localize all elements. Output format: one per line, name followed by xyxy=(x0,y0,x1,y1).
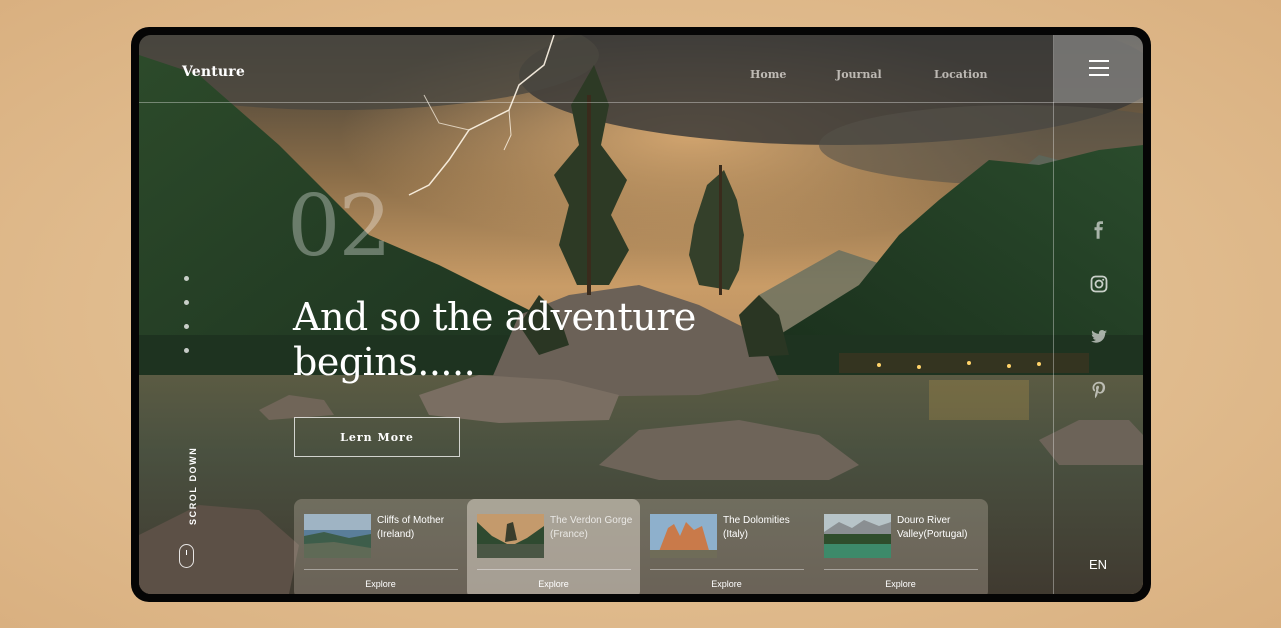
explore-link[interactable]: Explore xyxy=(467,579,640,589)
card-divider xyxy=(477,569,631,570)
destination-card[interactable]: The Dolomities (Italy) Explore xyxy=(640,499,813,594)
destination-title: The Verdon Gorge (France) xyxy=(550,515,633,540)
instagram-icon[interactable] xyxy=(1090,275,1108,293)
header-divider xyxy=(139,102,1143,103)
destination-cards: Cliffs of Mother (Ireland) Explore The V… xyxy=(294,499,988,594)
destination-title: Cliffs of Mother (Ireland) xyxy=(377,515,445,540)
destination-card[interactable]: The Verdon Gorge (France) Explore xyxy=(467,499,640,594)
card-divider xyxy=(824,569,978,570)
destination-card[interactable]: Douro River Valley(Portugal) Explore xyxy=(814,499,987,594)
card-divider xyxy=(304,569,458,570)
destination-title: Douro River Valley(Portugal) xyxy=(897,515,968,540)
nav-location[interactable]: Location xyxy=(934,68,988,81)
destination-thumbnail-image xyxy=(824,514,891,558)
hero-headline: And so the adventure begins..... xyxy=(293,295,696,384)
scroll-down-label[interactable]: SCROL DOWN xyxy=(188,447,198,525)
destination-thumbnail-image xyxy=(650,514,717,558)
destination-thumbnail-image xyxy=(304,514,371,558)
slide-dot-1[interactable] xyxy=(184,276,189,281)
hamburger-menu-icon[interactable] xyxy=(1089,60,1109,76)
nav-journal[interactable]: Journal xyxy=(836,68,882,81)
slide-dot-4[interactable] xyxy=(184,348,189,353)
destination-thumbnail-image xyxy=(477,514,544,558)
slide-dot-2[interactable] xyxy=(184,300,189,305)
sidebar-divider xyxy=(1053,35,1054,594)
language-selector[interactable]: EN xyxy=(1089,557,1107,572)
hero-screen: Venture Home Journal Location EN 02 And … xyxy=(139,35,1143,594)
pinterest-icon[interactable] xyxy=(1090,381,1108,399)
mouse-scroll-icon[interactable] xyxy=(179,544,194,568)
card-divider xyxy=(650,569,804,570)
brand-logo[interactable]: Venture xyxy=(182,64,245,80)
slide-dot-3[interactable] xyxy=(184,324,189,329)
learn-more-button[interactable]: Lern More xyxy=(294,417,460,457)
nav-home[interactable]: Home xyxy=(750,68,786,81)
slide-number: 02 xyxy=(287,177,392,275)
destination-card[interactable]: Cliffs of Mother (Ireland) Explore xyxy=(294,499,467,594)
explore-link[interactable]: Explore xyxy=(640,579,813,589)
destination-title: The Dolomities (Italy) xyxy=(723,515,790,540)
facebook-icon[interactable] xyxy=(1090,221,1108,239)
explore-link[interactable]: Explore xyxy=(814,579,987,589)
twitter-icon[interactable] xyxy=(1090,328,1108,346)
explore-link[interactable]: Explore xyxy=(294,579,467,589)
